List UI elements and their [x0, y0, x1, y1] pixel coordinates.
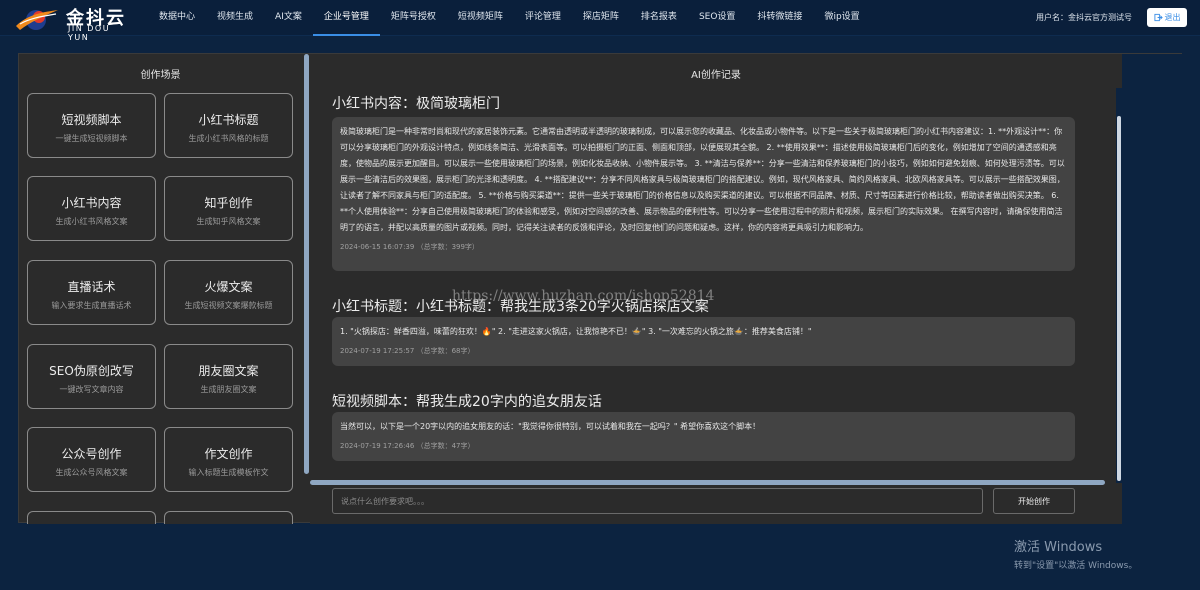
scene-card-seo-rewrite[interactable]: SEO伪原创改写 一键改写文章内容 [27, 344, 156, 409]
scene-card-official-account[interactable]: 公众号创作 生成公众号风格文案 [27, 427, 156, 492]
scene-card-desc: 生成小红书风格文案 [55, 217, 128, 226]
records-scrollbar[interactable] [1117, 116, 1121, 481]
scene-card-title: 短视频脚本 [61, 113, 122, 127]
left-scrollbar[interactable] [304, 54, 309, 474]
windows-activation-title: 激活 Windows [1014, 540, 1103, 555]
scene-card-desc: 输入要求生成直播话术 [51, 301, 132, 310]
scene-card-title: 作文创作 [204, 447, 253, 461]
nav-item-enterprise-account[interactable]: 企业号管理 [312, 0, 380, 36]
scene-card-viral-copy[interactable]: 火爆文案 生成短视频文案爆款标题 [164, 260, 293, 325]
scene-card-desc: 一键生成短视频脚本 [55, 134, 128, 143]
windows-activation-notice: 激活 Windows 转到"设置"以激活 Windows。 [1014, 536, 1137, 571]
nav-item-matrix-authorization[interactable]: 矩阵号授权 [380, 0, 447, 36]
scene-card-desc: 输入标题生成模板作文 [188, 468, 269, 477]
record-card: 当然可以，以下是一个20字以内的追女朋友的话："我觉得你很特别，可以试着和我在一… [332, 412, 1075, 461]
planet-logo-icon [16, 10, 58, 30]
scene-card-partial[interactable] [164, 511, 293, 524]
scene-card-desc: 生成知乎风格文案 [196, 217, 261, 226]
record-content: 极简玻璃柜门是一种非常时尚和现代的家居装饰元素。它通常由透明或半透明的玻璃制成，… [340, 127, 1065, 232]
record-title: 短视频脚本：帮我生成20字内的追女朋友话 [332, 394, 602, 410]
record-content: 当然可以，以下是一个20字以内的追女朋友的话："我觉得你很特别，可以试着和我在一… [340, 422, 761, 431]
right-gutter [1122, 54, 1183, 524]
scene-card-desc: 一键改写文章内容 [59, 385, 124, 394]
brand-logo[interactable]: 金抖云 JIN DOU YUN [14, 2, 134, 42]
scene-card-title: 公众号创作 [61, 447, 122, 461]
scene-card-zhihu[interactable]: 知乎创作 生成知乎风格文案 [164, 176, 293, 241]
scene-card-xiaohongshu-title[interactable]: 小红书标题 生成小红书风格的标题 [164, 93, 293, 158]
username-label: 用户名：金抖云官方测试号 [1036, 13, 1132, 22]
horizontal-scrollbar[interactable] [310, 480, 1105, 485]
record-title: 小红书内容：极简玻璃柜门 [332, 96, 500, 112]
scene-card-title: 直播话术 [67, 280, 116, 294]
creation-scenes-title: 创作场景 [140, 70, 181, 81]
scene-card-title: 小红书内容 [61, 196, 122, 210]
start-creation-button[interactable]: 开始创作 [993, 488, 1075, 514]
windows-activation-subtitle: 转到"设置"以激活 Windows。 [1014, 561, 1138, 571]
brand-subtitle: JIN DOU YUN [68, 24, 111, 42]
ai-records-panel: AI创作记录 小红书内容：极简玻璃柜门 极简玻璃柜门是一种非常时尚和现代的家居装… [310, 54, 1122, 524]
nav-item-ranking-report[interactable]: 排名报表 [630, 0, 688, 36]
record-meta: 2024-07-19 17:25:57 （总字数：68字） [340, 347, 475, 355]
scene-card-desc: 生成朋友圈文案 [200, 385, 257, 394]
record-content: 1. "火锅探店：鲜香四溢，味蕾的狂欢！🔥" 2. "走进这家火锅店，让我惊艳不… [340, 327, 812, 336]
creation-scenes-panel: 创作场景 短视频脚本 一键生成短视频脚本 小红书标题 生成小红书风格的标题 小红… [19, 54, 302, 524]
nav-item-douyin-wechat-link[interactable]: 抖转微链接 [746, 0, 813, 36]
record-card: 1. "火锅探店：鲜香四溢，味蕾的狂欢！🔥" 2. "走进这家火锅店，让我惊艳不… [332, 317, 1075, 366]
main-nav: 数据中心 视频生成 AI文案 企业号管理 矩阵号授权 短视频矩阵 评论管理 探店… [148, 0, 871, 36]
record-meta: 2024-06-15 16:07:39 （总字数：399字） [340, 243, 479, 251]
nav-item-data-center[interactable]: 数据中心 [148, 0, 206, 36]
scene-card-title: 知乎创作 [204, 196, 253, 210]
scene-card-partial[interactable] [27, 511, 156, 524]
scene-card-xiaohongshu-content[interactable]: 小红书内容 生成小红书风格文案 [27, 176, 156, 241]
scene-card-title: 朋友圈文案 [198, 364, 259, 378]
scene-card-livestream-script[interactable]: 直播话术 输入要求生成直播话术 [27, 260, 156, 325]
scene-card-moments-copy[interactable]: 朋友圈文案 生成朋友圈文案 [164, 344, 293, 409]
ai-records-title: AI创作记录 [691, 70, 741, 81]
logout-label: 退出 [1164, 13, 1181, 22]
scene-card-essay[interactable]: 作文创作 输入标题生成模板作文 [164, 427, 293, 492]
nav-item-store-visit-matrix[interactable]: 探店矩阵 [572, 0, 630, 36]
nav-item-comment-management[interactable]: 评论管理 [514, 0, 572, 36]
scene-card-title: SEO伪原创改写 [49, 364, 134, 378]
scene-card-short-video-script[interactable]: 短视频脚本 一键生成短视频脚本 [27, 93, 156, 158]
nav-item-short-video-matrix[interactable]: 短视频矩阵 [447, 0, 514, 36]
prompt-input[interactable] [332, 488, 983, 514]
nav-item-ai-copywriting[interactable]: AI文案 [264, 0, 313, 36]
scene-card-desc: 生成公众号风格文案 [55, 468, 128, 477]
nav-item-wechat-ip-settings[interactable]: 微ip设置 [813, 0, 870, 36]
logout-button[interactable]: 退出 [1147, 8, 1187, 27]
logout-icon [1153, 13, 1163, 22]
scene-card-title: 火爆文案 [204, 280, 253, 294]
nav-item-seo-settings[interactable]: SEO设置 [688, 0, 746, 36]
nav-item-video-generation[interactable]: 视频生成 [206, 0, 264, 36]
watermark-text: https://www.huzhan.com/ishop52814 [452, 288, 715, 304]
record-card: 极简玻璃柜门是一种非常时尚和现代的家居装饰元素。它通常由透明或半透明的玻璃制成，… [332, 117, 1075, 271]
record-meta: 2024-07-19 17:26:46 （总字数：47字） [340, 442, 475, 450]
scene-card-desc: 生成小红书风格的标题 [188, 134, 269, 143]
top-nav-bar: 金抖云 JIN DOU YUN 数据中心 视频生成 AI文案 企业号管理 矩阵号… [0, 0, 1200, 42]
scene-card-title: 小红书标题 [198, 113, 259, 127]
scene-card-desc: 生成短视频文案爆款标题 [184, 301, 273, 310]
